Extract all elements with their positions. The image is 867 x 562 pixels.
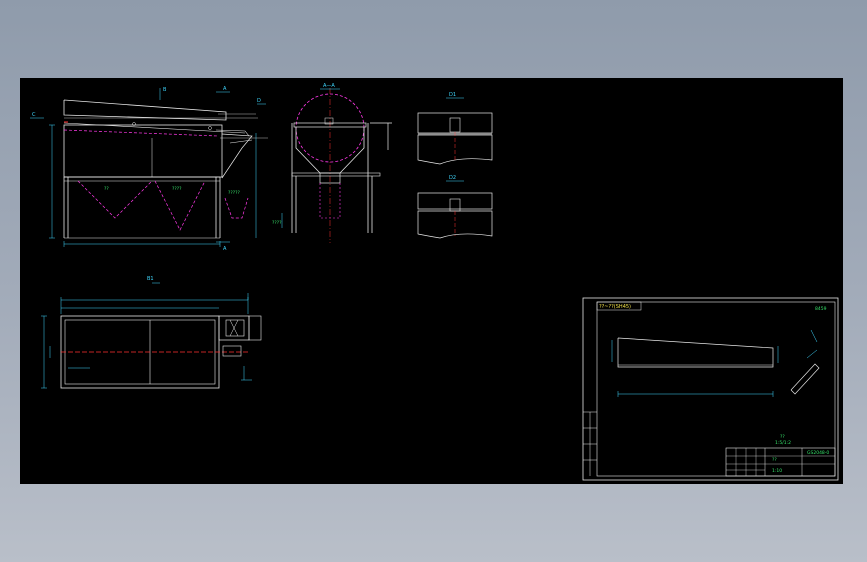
detail-d1-view <box>417 97 493 165</box>
front-trough <box>63 124 223 178</box>
sheet-part-profile <box>617 337 774 368</box>
marker-a-top: A <box>223 86 227 92</box>
side-mark: ???? <box>272 220 282 226</box>
detail-d2-view <box>417 180 493 239</box>
detail-note-scale: 1:5/1:2 <box>775 440 791 446</box>
cad-drawing: B A A C D ?? ???? ????? A—A ???? D1 D2 B… <box>30 83 839 481</box>
title-part-code: GS2048-0 <box>807 450 829 456</box>
title-drawing-name: ?? <box>772 457 777 463</box>
view-d1-title: D1 <box>449 92 456 98</box>
detail-sheet <box>582 297 839 481</box>
front-mark-3: ????? <box>228 190 241 196</box>
view-b-title: B1 <box>147 276 154 282</box>
aa-frame <box>291 172 381 177</box>
sheet-ref: 8459 <box>815 306 827 312</box>
front-mark-2: ???? <box>172 186 182 192</box>
view-d2-title: D2 <box>449 175 456 181</box>
section-aa-view <box>281 88 392 243</box>
cad-drawing-canvas[interactable]: B A A C D ?? ???? ????? A—A ???? D1 D2 B… <box>20 78 843 484</box>
section-aa-title: A—A <box>323 83 335 89</box>
front-top-cover <box>63 99 227 121</box>
marker-b: B <box>163 87 167 93</box>
front-mark-1: ?? <box>104 186 109 192</box>
title-scale: 1:10 <box>772 468 782 474</box>
front-view <box>30 88 268 247</box>
marker-c: C <box>32 112 36 118</box>
marker-d: D <box>257 98 261 104</box>
marker-a-bottom: A <box>223 246 227 252</box>
detail-note: ?? <box>780 434 785 440</box>
plan-view-b <box>41 282 262 389</box>
front-hopper-1 <box>77 180 153 219</box>
sheet-header: ??~??(SH45) <box>599 304 631 310</box>
